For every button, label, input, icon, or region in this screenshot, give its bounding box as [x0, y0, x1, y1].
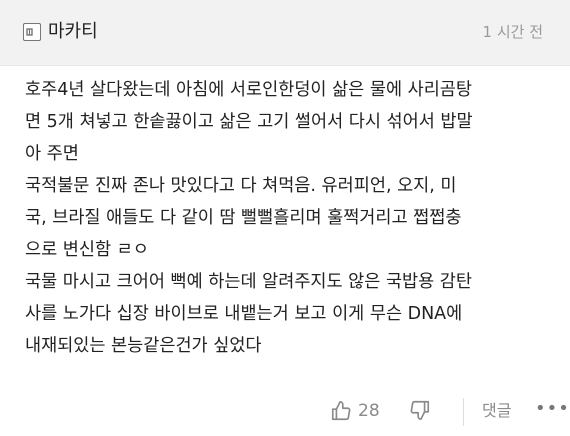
like-button[interactable]: 28 [330, 398, 380, 424]
comment-line: 으로 변신함 ㄹㅇ [25, 240, 149, 260]
comment-line: 아 주면 [25, 144, 79, 164]
comment-header: 마카티 1 시간 전 [0, 0, 570, 66]
comment-card: 마카티 1 시간 전 호주4년 살다왔는데 아침에 서로인한덩이 삶은 물에 사… [0, 0, 570, 436]
reply-button[interactable]: 댓글 [482, 400, 511, 422]
footer-divider [463, 398, 464, 426]
username[interactable]: 마카티 [48, 20, 98, 44]
dislike-button[interactable] [409, 399, 433, 423]
comment-line: 사를 노가다 십장 바이브로 내뱉는거 보고 이게 무슨 DNA에 [25, 304, 463, 324]
thumbs-up-icon [331, 401, 351, 421]
comment-line: 면 5개 쳐넣고 한솥끓이고 삶은 고기 썰어서 다시 섞어서 밥말 [25, 112, 473, 132]
avatar[interactable] [23, 23, 41, 41]
more-dots-icon[interactable]: ••• [535, 398, 570, 420]
comment-timestamp: 1 시간 전 [482, 23, 543, 41]
comment-line: 호주4년 살다왔는데 아침에 서로인한덩이 삶은 물에 사리곰탕 [25, 80, 473, 100]
like-count: 28 [358, 401, 380, 421]
thumbs-down-icon [410, 400, 430, 420]
comment-line: 국적불문 진짜 존나 맛있다고 다 쳐먹음. 유러피언, 오지, 미 [25, 176, 457, 196]
comment-body: 호주4년 살다왔는데 아침에 서로인한덩이 삶은 물에 사리곰탕 면 5개 쳐넣… [25, 74, 553, 362]
comment-line: 국물 마시고 크어어 뻑예 하는데 알려주지도 않은 국밥용 감탄 [25, 272, 473, 292]
comment-line: 국, 브라질 애들도 다 같이 땀 뻘뻘흘리며 훌쩍거리고 쩝쩝충 [25, 208, 462, 228]
comment-line: 내재되있는 본능같은건가 싶었다 [25, 336, 262, 356]
profile-card-icon [26, 28, 33, 36]
comment-footer: 28 댓글 ••• [0, 392, 570, 436]
